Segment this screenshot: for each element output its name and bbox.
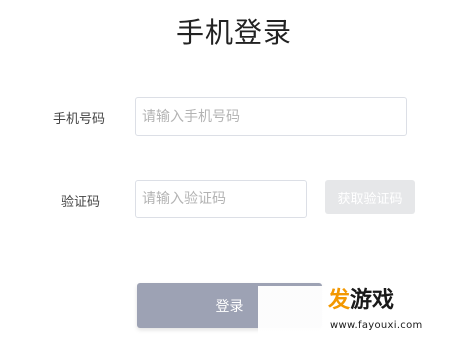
verification-code-input[interactable] [135, 180, 307, 218]
watermark-logo-part-b: 游戏 [350, 288, 395, 313]
watermark-logo-part-a: 发 [328, 288, 351, 313]
get-code-button[interactable]: 获取验证码 [325, 180, 415, 214]
watermark-logo: 发游戏 [328, 288, 394, 314]
phone-label: 手机号码 [53, 112, 106, 127]
code-label: 验证码 [61, 195, 101, 210]
page-title: 手机登录 [175, 16, 292, 49]
watermark-url: www.fayouxi.com [330, 320, 423, 331]
phone-input[interactable] [135, 97, 407, 136]
